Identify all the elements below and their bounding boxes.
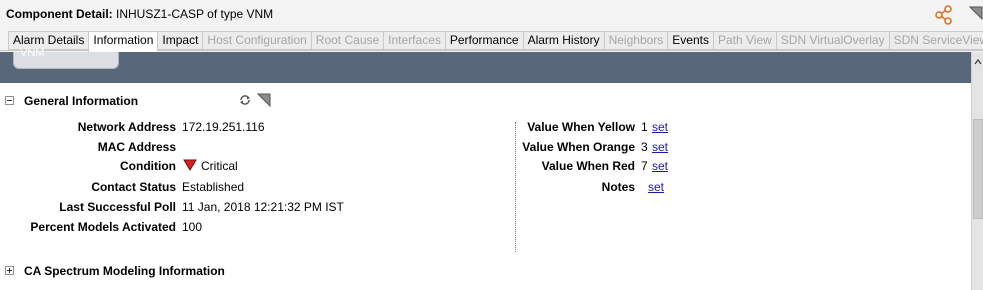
contact-status-label: Contact Status [91, 180, 176, 194]
refresh-icon[interactable] [239, 94, 251, 106]
window-title: Component Detail: INHUSZ1-CASP of type V… [6, 7, 273, 21]
node-card[interactable]: VNM [13, 47, 119, 69]
minus-box-icon[interactable] [5, 96, 14, 105]
general-info-title: General Information [24, 94, 139, 108]
title-component: INHUSZ1-CASP of type VNM [116, 7, 274, 21]
notes-set-link[interactable]: set [648, 180, 664, 194]
yellow-set-link[interactable]: set [652, 120, 668, 134]
last-poll-label: Last Successful Poll [59, 200, 176, 214]
down-triangle-icon [183, 159, 197, 171]
red-set-link[interactable]: set [652, 159, 668, 173]
percent-models-value: 100 [182, 220, 203, 234]
modeling-info-title[interactable]: CA Spectrum Modeling Information [24, 264, 225, 278]
plus-box-icon[interactable] [5, 266, 14, 275]
network-address-label: Network Address [77, 120, 176, 134]
topology-banner [0, 52, 971, 83]
tab-bar: Alarm Details Information Impact Host Confi… [0, 30, 983, 52]
tab-interfaces[interactable]: Interfaces [383, 31, 445, 50]
tab-list: Alarm Details Information Impact Host Confi… [8, 31, 983, 52]
tab-host-configuration[interactable]: Host Configuration [202, 31, 311, 50]
condition-label: Condition [120, 159, 176, 173]
vertical-scrollbar[interactable] [971, 52, 983, 290]
contact-status-value: Established [182, 180, 245, 194]
yellow-label: Value When Yellow [527, 120, 635, 134]
chevron-up-icon[interactable] [974, 58, 982, 66]
yellow-value: 1 [641, 120, 648, 134]
percent-models-label: Percent Models Activated [30, 220, 176, 234]
orange-value: 3 [641, 140, 648, 154]
tab-information[interactable]: Information [88, 31, 158, 52]
tab-sdn-virtualoverlay[interactable]: SDN VirtualOverlay [775, 31, 889, 50]
last-poll-value: 11 Jan, 2018 12:21:32 PM IST [182, 200, 344, 214]
tab-neighbors[interactable]: Neighbors [603, 31, 668, 50]
node-label: VNM [20, 47, 45, 59]
tab-path-view[interactable]: Path View [712, 31, 776, 50]
tab-impact[interactable]: Impact [157, 31, 203, 50]
red-value: 7 [641, 159, 648, 173]
tab-performance[interactable]: Performance [444, 31, 523, 50]
tab-events[interactable]: Events [667, 31, 713, 50]
share-icon[interactable] [934, 5, 954, 25]
column-divider [515, 122, 516, 252]
tab-alarm-history[interactable]: Alarm History [522, 31, 604, 50]
title-label: Component Detail: [6, 7, 113, 21]
title-bar: Component Detail: INHUSZ1-CASP of type V… [0, 0, 983, 30]
red-label: Value When Red [541, 159, 635, 173]
condition-value: Critical [201, 159, 238, 173]
tab-root-cause[interactable]: Root Cause [310, 31, 384, 50]
details-panel: General Information Network Address 172.… [0, 83, 971, 290]
tab-sdn-serviceview[interactable]: SDN ServiceView [888, 31, 983, 50]
orange-set-link[interactable]: set [652, 140, 668, 154]
network-address-value: 172.19.251.116 [182, 120, 265, 134]
notes-label: Notes [601, 180, 635, 194]
scrollbar-thumb[interactable] [973, 119, 983, 219]
corner-triangle-icon[interactable] [257, 93, 271, 107]
mac-address-label: MAC Address [97, 140, 176, 154]
menu-triangle-icon[interactable] [969, 6, 983, 20]
orange-label: Value When Orange [522, 140, 635, 154]
